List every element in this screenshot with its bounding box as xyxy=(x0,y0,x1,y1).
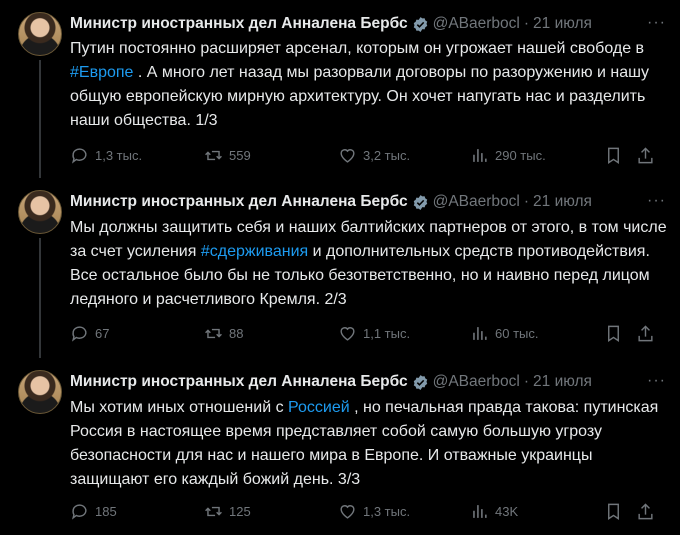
more-options-icon[interactable]: ··· xyxy=(647,14,666,32)
repost-button[interactable]: 88 xyxy=(204,324,243,343)
bookmark-icon xyxy=(608,325,619,342)
reply-button[interactable]: 67 xyxy=(70,324,109,343)
author-name[interactable]: Министр иностранных дел Анналена Бербс xyxy=(70,373,408,391)
views-count: 43K xyxy=(495,504,519,519)
tweet-text: Мы хотим иных отношений с Россией , но п… xyxy=(70,396,670,492)
tweet-header: Министр иностранных дел Анналена Бербс @… xyxy=(70,12,670,36)
bookmark-button[interactable] xyxy=(604,324,629,343)
like-count: 1,1 тыс. xyxy=(363,326,411,341)
mention-link[interactable]: Россией xyxy=(288,399,350,416)
separator-dot: · xyxy=(523,193,530,210)
views-icon xyxy=(473,327,487,340)
bookmark-button[interactable] xyxy=(604,146,629,165)
verified-badge-icon xyxy=(413,16,427,32)
tweet-3[interactable]: Министр иностранных дел Анналена Бербс @… xyxy=(0,360,680,535)
reply-icon xyxy=(71,148,87,164)
share-button[interactable] xyxy=(636,324,661,343)
views-icon xyxy=(473,505,487,518)
like-count: 1,3 тыс. xyxy=(363,504,411,519)
share-button[interactable] xyxy=(636,502,661,521)
like-icon xyxy=(340,505,355,519)
author-handle[interactable]: @ABaerbocl xyxy=(433,15,520,33)
reply-button[interactable]: 1,3 тыс. xyxy=(70,146,142,165)
tweet-date[interactable]: 21 июля xyxy=(533,15,592,33)
views-button[interactable]: 43K xyxy=(470,502,518,521)
share-icon xyxy=(638,147,653,164)
tweet-actions: 185 125 1,3 тыс. 43K xyxy=(70,502,666,522)
tweet-actions: 1,3 тыс. 559 3,2 тыс. 290 тыс. xyxy=(70,146,666,166)
more-options-icon[interactable]: ··· xyxy=(647,192,666,210)
author-handle[interactable]: @ABaerbocl xyxy=(433,193,520,211)
repost-button[interactable]: 559 xyxy=(204,146,251,165)
like-button[interactable]: 1,3 тыс. xyxy=(338,502,410,521)
text-segment: Мы хотим иных отношений с xyxy=(70,399,289,416)
like-count: 3,2 тыс. xyxy=(363,148,411,163)
author-handle[interactable]: @ABaerbocl xyxy=(433,373,520,391)
thread-line xyxy=(39,60,41,178)
repost-count: 88 xyxy=(229,326,244,341)
reply-count: 185 xyxy=(95,504,117,519)
reply-count: 1,3 тыс. xyxy=(95,148,143,163)
views-button[interactable]: 60 тыс. xyxy=(470,324,538,343)
tweet-text: Мы должны защитить себя и наших балтийск… xyxy=(70,216,670,312)
tweet-header: Министр иностранных дел Анналена Бербс @… xyxy=(70,190,670,214)
tweet-date[interactable]: 21 июля xyxy=(533,193,592,211)
tweet-1[interactable]: Министр иностранных дел Анналена Бербс @… xyxy=(0,0,680,178)
reply-icon xyxy=(71,326,87,342)
bookmark-icon xyxy=(608,147,619,164)
bookmark-button[interactable] xyxy=(604,502,629,521)
repost-count: 125 xyxy=(229,504,251,519)
avatar[interactable] xyxy=(18,12,62,56)
reply-count: 67 xyxy=(95,326,110,341)
like-button[interactable]: 1,1 тыс. xyxy=(338,324,410,343)
share-button[interactable] xyxy=(636,146,661,165)
views-count: 60 тыс. xyxy=(495,326,539,341)
like-icon xyxy=(340,149,355,163)
author-name[interactable]: Министр иностранных дел Анналена Бербс xyxy=(70,193,408,211)
separator-dot: · xyxy=(523,373,530,390)
verified-badge-icon xyxy=(413,194,427,210)
share-icon xyxy=(638,503,653,520)
thread-line xyxy=(39,238,41,358)
repost-count: 559 xyxy=(229,148,251,163)
avatar[interactable] xyxy=(18,370,62,414)
bookmark-icon xyxy=(608,503,619,520)
repost-icon xyxy=(205,150,222,161)
repost-icon xyxy=(205,506,222,517)
hashtag-link[interactable]: #сдерживания xyxy=(201,243,308,260)
reply-button[interactable]: 185 xyxy=(70,502,117,521)
like-button[interactable]: 3,2 тыс. xyxy=(338,146,410,165)
views-icon xyxy=(473,149,487,162)
repost-icon xyxy=(205,328,222,339)
avatar[interactable] xyxy=(18,190,62,234)
text-segment: Путин постоянно расширяет арсенал, котор… xyxy=(70,40,645,57)
verified-badge-icon xyxy=(413,374,427,390)
text-segment: . А много лет назад мы разорвали договор… xyxy=(70,64,649,129)
reply-icon xyxy=(71,504,87,520)
repost-button[interactable]: 125 xyxy=(204,502,251,521)
tweet-2[interactable]: Министр иностранных дел Анналена Бербс @… xyxy=(0,180,680,358)
views-count: 290 тыс. xyxy=(495,148,546,163)
views-button[interactable]: 290 тыс. xyxy=(470,146,546,165)
hashtag-link[interactable]: #Европе xyxy=(70,64,133,81)
more-options-icon[interactable]: ··· xyxy=(647,372,666,390)
separator-dot: · xyxy=(523,15,530,32)
share-icon xyxy=(638,325,653,342)
tweet-text: Путин постоянно расширяет арсенал, котор… xyxy=(70,37,670,133)
author-name[interactable]: Министр иностранных дел Анналена Бербс xyxy=(70,15,408,33)
tweet-actions: 67 88 1,1 тыс. 60 тыс. xyxy=(70,324,666,344)
tweet-header: Министр иностранных дел Анналена Бербс @… xyxy=(70,370,670,394)
tweet-date[interactable]: 21 июля xyxy=(533,373,592,391)
like-icon xyxy=(340,327,355,341)
